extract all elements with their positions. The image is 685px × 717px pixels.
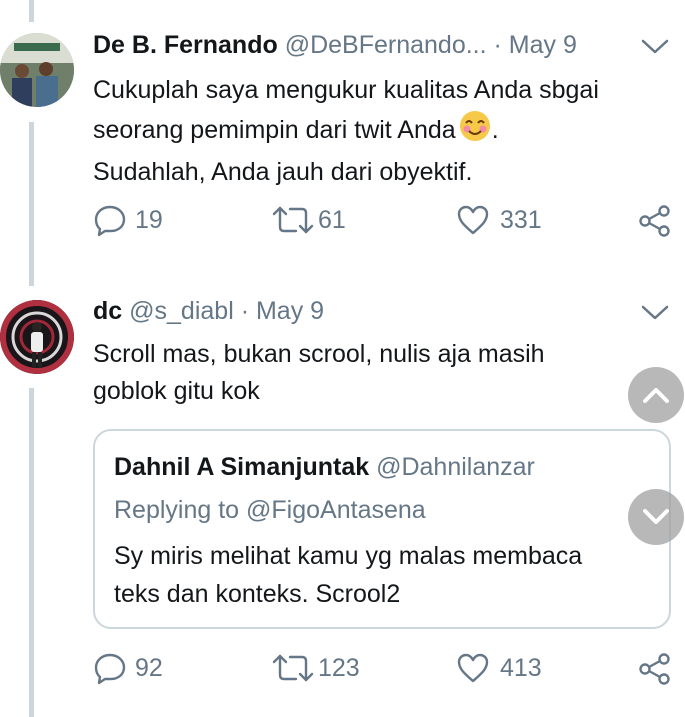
tweet-line: seorang pemimpin dari twit Anda.	[93, 109, 599, 154]
reply-icon	[94, 205, 126, 237]
heart-icon	[457, 653, 489, 683]
tweet-line: Scroll mas, bukan scrool, nulis aja masi…	[93, 340, 545, 368]
reply-icon	[94, 653, 126, 685]
retweet-icon	[272, 206, 314, 234]
avatar[interactable]	[0, 33, 74, 107]
user-handle[interactable]: @s_diabl	[129, 297, 234, 325]
user-name[interactable]: dc	[93, 297, 122, 325]
thread-line-bottom	[29, 388, 34, 717]
replying-to: Replying to @FigoAntasena	[114, 496, 426, 525]
like-button[interactable]: 331	[456, 203, 542, 237]
reply-button[interactable]: 92	[93, 651, 163, 685]
quoted-user-handle[interactable]: @Dahnilanzar	[376, 453, 535, 481]
retweet-button[interactable]: 123	[272, 651, 360, 685]
replying-to-handle[interactable]: @FigoAntasena	[246, 496, 426, 524]
retweet-count: 61	[318, 205, 346, 234]
tweet-line: goblok gitu kok	[93, 377, 260, 405]
quoted-line: teks dan konteks. Scrool2	[114, 580, 401, 608]
chevron-up-icon	[643, 388, 669, 403]
quoted-tweet[interactable]: Dahnil A Simanjuntak @Dahnilanzar Replyi…	[93, 429, 671, 629]
tweet-line: Cukuplah saya mengukur kualitas Anda sbg…	[93, 76, 599, 104]
user-handle[interactable]: @DeBFernando...	[285, 31, 487, 59]
thread-line-middle	[29, 122, 34, 286]
scroll-down-button[interactable]	[628, 489, 684, 545]
share-button[interactable]	[638, 204, 672, 238]
avatar[interactable]	[0, 300, 74, 374]
reply-count: 19	[135, 205, 163, 234]
quoted-user-name[interactable]: Dahnil A Simanjuntak	[114, 453, 369, 481]
replying-to-label: Replying to	[114, 496, 240, 524]
quoted-text: Sy miris melihat kamu yg malas membaca t…	[114, 537, 582, 613]
chevron-down-icon[interactable]	[641, 39, 669, 55]
quoted-line: Sy miris melihat kamu yg malas membaca	[114, 542, 583, 570]
thread-line-top	[29, 0, 34, 22]
smiling-face-emoji-icon	[458, 109, 492, 154]
tweet-line-text: .	[491, 116, 499, 145]
chevron-down-icon[interactable]	[641, 305, 669, 321]
reply-button[interactable]: 19	[93, 203, 163, 237]
tweet-line-text: seorang pemimpin dari twit Anda	[93, 116, 456, 145]
tweet-text: Cukuplah saya mengukur kualitas Anda sbg…	[93, 72, 599, 191]
share-icon	[639, 205, 670, 237]
like-button[interactable]: 413	[456, 651, 542, 685]
like-count: 413	[500, 653, 542, 682]
like-count: 331	[500, 205, 542, 234]
scroll-up-button[interactable]	[628, 367, 684, 423]
tweet-header: dc @s_diabl · May 9	[93, 297, 324, 326]
tweet-date[interactable]: · May 9	[494, 31, 577, 59]
tweet-text: Scroll mas, bukan scrool, nulis aja masi…	[93, 336, 545, 410]
heart-icon	[457, 205, 489, 235]
tweet-header: De B. Fernando @DeBFernando... · May 9	[93, 31, 577, 60]
retweet-icon	[272, 654, 314, 682]
retweet-count: 123	[318, 653, 360, 682]
quoted-header: Dahnil A Simanjuntak @Dahnilanzar	[114, 453, 535, 482]
tweet-line: Sudahlah, Anda jauh dari obyektif.	[93, 158, 473, 186]
reply-count: 92	[135, 653, 163, 682]
retweet-button[interactable]: 61	[272, 203, 346, 237]
tweet-date[interactable]: · May 9	[241, 297, 324, 325]
user-name[interactable]: De B. Fernando	[93, 31, 278, 59]
share-icon	[639, 653, 670, 685]
chevron-down-icon	[643, 509, 669, 524]
share-button[interactable]	[638, 652, 672, 686]
